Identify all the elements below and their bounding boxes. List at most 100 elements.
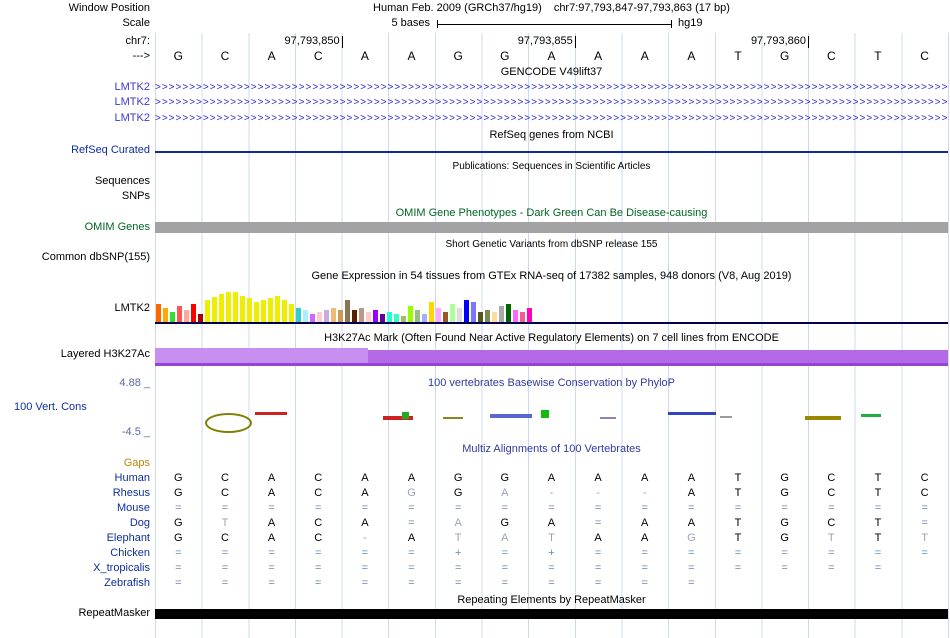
alignment-base: A	[454, 517, 462, 529]
alignment-row: Chicken = = = = = = + = + = = = = = = = =	[0, 546, 950, 561]
alignment-base: =	[454, 502, 462, 514]
common-dbsnp-label[interactable]: Common dbSNP(155)	[0, 251, 150, 264]
refseq-curated-track[interactable]	[155, 144, 948, 159]
alignment-base: =	[781, 547, 788, 559]
alignment-base	[388, 456, 435, 471]
coordinate-tick	[574, 36, 576, 48]
alignment-base: =	[594, 517, 602, 529]
alignment-base: =	[175, 577, 182, 589]
omim-gene-bar	[155, 222, 948, 233]
alignment-base: A	[641, 472, 649, 484]
alignment-base	[528, 456, 575, 471]
gtex-expression-bar	[485, 310, 490, 322]
species-label[interactable]: Mouse	[0, 501, 150, 515]
alignment-base	[901, 456, 948, 471]
alignment-row: Human G C A C A A G G A A A A T G C T C	[0, 471, 950, 486]
alignment-base: =	[268, 502, 275, 514]
species-label[interactable]: Zebrafish	[0, 576, 150, 590]
alignment-base: =	[315, 502, 322, 514]
gencode-track-title[interactable]: GENCODE V49lift37	[155, 66, 948, 81]
alignment-base	[668, 456, 715, 471]
alignment-cells: = = = = = = = = = = = = = = = = =	[155, 501, 948, 516]
alignment-base: C	[220, 532, 229, 544]
alignment-base: =	[874, 562, 882, 574]
coordinate-tick	[341, 36, 343, 48]
alignment-base: =	[548, 562, 555, 574]
alignment-base: =	[501, 577, 509, 589]
alignment-base: =	[548, 577, 555, 589]
transcript-arrow-line[interactable]: >>>>>>>>>>>>>>>>>>>>>>>>>>>>>>>>>>>>>>>>…	[155, 81, 948, 96]
gtex-track-title[interactable]: Gene Expression in 54 tissues from GTEx …	[155, 270, 948, 285]
alignment-base: =	[594, 502, 602, 514]
phylop-conservation-mark	[600, 417, 616, 419]
gtex-expression-bar	[191, 304, 196, 322]
gene-label-lmtk2[interactable]: LMTK2	[0, 81, 150, 94]
gtex-expression-bar	[184, 310, 189, 322]
species-label[interactable]: Gaps	[0, 456, 150, 470]
gene-label-lmtk2[interactable]: LMTK2	[0, 112, 150, 125]
gtex-expression-bar	[247, 298, 252, 322]
alignment-base: C	[827, 472, 836, 484]
species-label[interactable]: Chicken	[0, 546, 150, 560]
strand-direction-label: --->	[132, 50, 150, 62]
refseq-track-title[interactable]: RefSeq genes from NCBI	[155, 129, 948, 144]
gtex-expression-bar	[506, 304, 511, 322]
base-letter: A	[547, 49, 556, 63]
base-letter: A	[640, 49, 649, 63]
refseq-gene-line	[155, 151, 948, 153]
sequences-row: Sequences	[0, 175, 950, 190]
alignment-base: A	[501, 532, 509, 544]
alignment-base: A	[361, 472, 369, 484]
cons-track-label[interactable]: 100 Vert. Cons	[0, 401, 150, 414]
alignment-base	[855, 576, 902, 591]
repeatmasker-label[interactable]: RepeatMasker	[0, 607, 150, 620]
gtex-expression-bar	[471, 302, 476, 322]
gtex-expression-bar	[219, 294, 224, 322]
alignment-base: C	[314, 472, 323, 484]
transcript-arrow-line[interactable]: >>>>>>>>>>>>>>>>>>>>>>>>>>>>>>>>>>>>>>>>…	[155, 112, 948, 127]
refseq-curated-label[interactable]: RefSeq Curated	[0, 144, 150, 157]
alignment-base	[248, 456, 295, 471]
repeatmasker-track[interactable]	[155, 607, 948, 621]
snps-label[interactable]: SNPs	[0, 190, 150, 203]
gtex-expression-bar	[198, 314, 203, 322]
alignment-base	[295, 456, 342, 471]
transcript-arrow-line[interactable]: >>>>>>>>>>>>>>>>>>>>>>>>>>>>>>>>>>>>>>>>…	[155, 96, 948, 111]
dbsnp-row: Common dbSNP(155)	[0, 251, 950, 266]
snps-row: SNPs	[0, 190, 950, 205]
gtex-gene-label[interactable]: LMTK2	[0, 302, 150, 315]
alignment-base: G	[500, 517, 510, 529]
alignment-base: -	[642, 487, 647, 499]
gtex-track[interactable]	[155, 288, 948, 324]
base-letter: G	[453, 49, 463, 63]
phylop-min-row: -4.5 _	[0, 426, 950, 441]
alignment-base: =	[175, 502, 182, 514]
alignment-base: T	[734, 517, 742, 529]
species-label[interactable]: X_tropicalis	[0, 561, 150, 575]
gene-label-lmtk2[interactable]: LMTK2	[0, 96, 150, 109]
base-letter: T	[874, 49, 882, 63]
species-label[interactable]: Dog	[0, 516, 150, 530]
omim-genes-label[interactable]: OMIM Genes	[0, 221, 150, 234]
omim-genes-track[interactable]	[155, 220, 948, 235]
alignment-base: C	[920, 487, 929, 499]
layered-h3k27ac-label[interactable]: Layered H3K27Ac	[0, 348, 150, 361]
species-label[interactable]: Human	[0, 471, 150, 485]
alignment-base: T	[454, 532, 462, 544]
h3k27ac-track[interactable]	[155, 345, 948, 369]
alignment-base: -	[549, 487, 554, 499]
publications-track-title[interactable]: Publications: Sequences in Scientific Ar…	[155, 160, 948, 175]
sequences-label[interactable]: Sequences	[0, 175, 150, 188]
species-label[interactable]: Rhesus	[0, 486, 150, 500]
alignment-base: A	[687, 487, 696, 499]
alignment-base: =	[268, 577, 275, 589]
alignment-base	[808, 576, 855, 591]
repeatmasker-row: RepeatMasker	[0, 607, 950, 621]
alignment-row: Gaps	[0, 456, 950, 471]
species-label[interactable]: Elephant	[0, 531, 150, 545]
cons-label-row: 100 Vert. Cons	[0, 401, 950, 416]
alignment-base	[481, 456, 528, 471]
alignment-base: T	[548, 532, 555, 544]
alignment-base: A	[267, 472, 276, 484]
alignment-base: =	[828, 562, 835, 574]
